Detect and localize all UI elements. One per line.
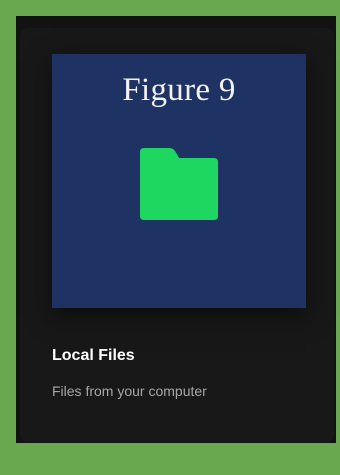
local-files-cover-art: Figure 9 xyxy=(52,54,306,308)
card-title[interactable]: Local Files xyxy=(52,346,135,366)
card-subtitle: Files from your computer xyxy=(52,383,207,399)
folder-icon xyxy=(140,148,218,220)
local-files-card[interactable]: Figure 9 Local Files Files from your com… xyxy=(20,28,334,442)
screenshot-frame: Figure 9 Local Files Files from your com… xyxy=(0,0,340,475)
figure-caption: Figure 9 xyxy=(122,72,236,108)
